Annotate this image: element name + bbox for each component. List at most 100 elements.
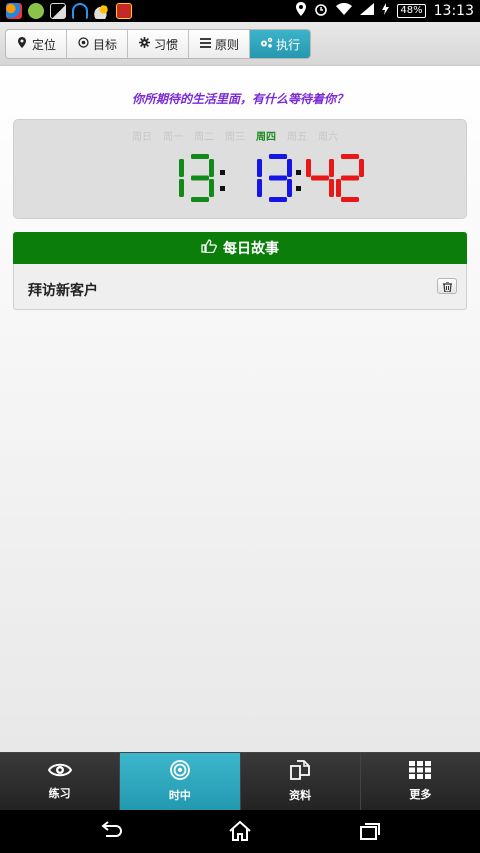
minutes-digit-2 bbox=[269, 154, 292, 202]
tab-goal-label: 目标 bbox=[93, 37, 118, 52]
bottom-tab-timing[interactable]: 时中 bbox=[120, 753, 241, 810]
clock-digits bbox=[179, 154, 364, 202]
main-content: 你所期待的生活里面，有什么等待着你？ 周日 周一 周二 周三 周四 周五 周六 … bbox=[0, 66, 480, 752]
signal-icon bbox=[360, 3, 375, 19]
minutes-digit-1 bbox=[257, 159, 262, 197]
digit-segment bbox=[209, 159, 214, 177]
digit-segment bbox=[191, 154, 209, 159]
weekday-thu: 周四 bbox=[256, 132, 276, 143]
digit-segment bbox=[179, 179, 184, 197]
location-icon bbox=[296, 2, 307, 20]
clock-colon bbox=[220, 186, 225, 191]
digit-segment bbox=[269, 154, 287, 159]
weekday-tue: 周二 bbox=[194, 132, 214, 143]
weather-icon bbox=[94, 3, 110, 19]
bottom-navigation: 练习 时中 资料 更多 bbox=[0, 752, 480, 810]
digit-segment bbox=[329, 179, 334, 197]
digit-segment bbox=[287, 179, 292, 197]
digit-segment bbox=[329, 159, 334, 177]
digit-segment bbox=[257, 179, 262, 197]
bottom-tab-materials[interactable]: 资料 bbox=[240, 753, 361, 810]
status-time: 13:13 bbox=[433, 3, 474, 19]
digital-clock: 周日 周一 周二 周三 周四 周五 周六 bbox=[13, 119, 467, 219]
status-bar: 48% 13:13 bbox=[0, 0, 480, 22]
top-tab-group: 定位 目标 习惯 原则 执行 bbox=[5, 29, 312, 59]
weekday-row: 周日 周一 周二 周三 周四 周五 周六 bbox=[132, 128, 338, 143]
story-item-text: 拜访新客户 bbox=[28, 283, 98, 299]
digit-segment bbox=[336, 179, 341, 197]
weekday-sun: 周日 bbox=[132, 132, 152, 143]
gear-icon bbox=[138, 37, 150, 51]
hours-digit-2 bbox=[191, 154, 214, 202]
digit-segment bbox=[341, 175, 359, 181]
bottom-tab-practice[interactable]: 练习 bbox=[0, 753, 121, 810]
weekday-fri: 周五 bbox=[287, 132, 307, 143]
grid-icon bbox=[409, 761, 432, 782]
app-icon bbox=[6, 3, 22, 19]
delete-button[interactable] bbox=[437, 278, 457, 294]
bottom-tab-more-label: 更多 bbox=[409, 788, 432, 801]
wechat-icon bbox=[28, 3, 44, 19]
eye-icon bbox=[47, 762, 72, 781]
digit-segment bbox=[191, 175, 209, 181]
tab-goal[interactable]: 目标 bbox=[67, 30, 129, 58]
top-navigation: 定位 目标 习惯 原则 执行 bbox=[0, 22, 480, 66]
weekday-wed: 周三 bbox=[225, 132, 245, 143]
back-icon[interactable] bbox=[98, 820, 124, 842]
digit-segment bbox=[287, 159, 292, 177]
app-badge-icon bbox=[116, 3, 132, 19]
recent-apps-icon[interactable] bbox=[357, 820, 383, 842]
system-navigation-bar bbox=[0, 810, 480, 853]
digit-segment bbox=[359, 159, 364, 177]
bottom-tab-practice-label: 练习 bbox=[48, 787, 71, 800]
digit-segment bbox=[311, 175, 329, 181]
digit-segment bbox=[257, 159, 262, 177]
home-icon[interactable] bbox=[227, 820, 253, 842]
digit-segment bbox=[191, 197, 209, 202]
story-item[interactable]: 拜访新客户 bbox=[13, 264, 467, 310]
clock-colon bbox=[296, 186, 301, 191]
tab-principle-label: 原则 bbox=[215, 37, 240, 52]
bottom-tab-materials-label: 资料 bbox=[289, 789, 312, 802]
charging-icon bbox=[382, 3, 390, 19]
clock-colon bbox=[220, 170, 225, 175]
clock-colon bbox=[296, 170, 301, 175]
image-icon bbox=[50, 3, 66, 19]
seconds-digit-2 bbox=[336, 154, 364, 202]
digit-segment bbox=[341, 154, 359, 159]
notification-icons bbox=[6, 3, 132, 19]
trash-icon bbox=[442, 277, 452, 296]
digit-segment bbox=[209, 179, 214, 197]
hand-pointer-icon bbox=[201, 239, 217, 257]
tab-execute-label: 执行 bbox=[276, 37, 301, 52]
list-icon bbox=[199, 37, 211, 51]
weekday-mon: 周一 bbox=[163, 132, 183, 143]
target-rings-icon bbox=[169, 760, 190, 783]
bottom-tab-timing-label: 时中 bbox=[168, 789, 191, 802]
alarm-icon bbox=[314, 2, 328, 20]
tab-habit-label: 习惯 bbox=[154, 37, 179, 52]
target-icon bbox=[77, 37, 89, 51]
daily-story-title: 每日故事 bbox=[223, 241, 279, 257]
copy-icon bbox=[289, 760, 311, 783]
weekday-sat: 周六 bbox=[318, 132, 338, 143]
cogs-icon bbox=[260, 37, 273, 51]
tab-execute[interactable]: 执行 bbox=[250, 30, 311, 58]
tab-habit[interactable]: 习惯 bbox=[128, 30, 190, 58]
headset-icon bbox=[72, 3, 88, 19]
tab-position[interactable]: 定位 bbox=[6, 30, 68, 58]
digit-segment bbox=[179, 159, 184, 177]
digit-segment bbox=[306, 159, 311, 177]
map-marker-icon bbox=[16, 37, 28, 51]
digit-segment bbox=[269, 175, 287, 181]
daily-story-header[interactable]: 每日故事 bbox=[13, 232, 467, 264]
hours-digit-1 bbox=[179, 159, 184, 197]
tab-principle[interactable]: 原则 bbox=[189, 30, 251, 58]
bottom-tab-more[interactable]: 更多 bbox=[360, 753, 480, 810]
motivational-quote: 你所期待的生活里面，有什么等待着你？ bbox=[131, 92, 348, 106]
tab-position-label: 定位 bbox=[32, 37, 57, 52]
wifi-icon bbox=[336, 2, 353, 19]
digit-segment bbox=[269, 197, 287, 202]
seconds-digit-1 bbox=[306, 159, 334, 197]
battery-level: 48% bbox=[397, 4, 426, 18]
